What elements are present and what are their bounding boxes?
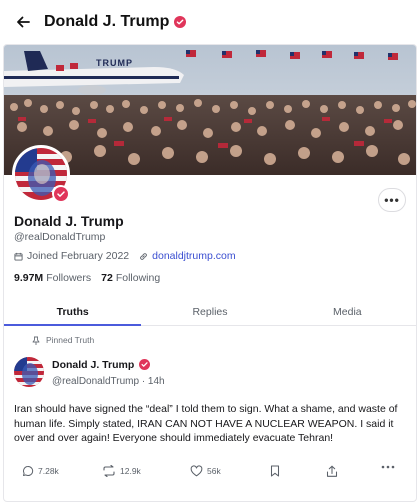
share-icon [326,465,338,477]
following-link[interactable]: 72 Following [101,272,160,284]
post-verified-badge-icon [139,359,151,371]
tab-media[interactable]: Media [279,298,416,325]
post-more-button[interactable] [381,465,399,469]
bookmark-button[interactable] [270,465,284,477]
reply-count: 7.28k [38,466,59,476]
profile-meta: Joined February 2022 donaldjtrump.com [14,250,236,262]
profile-more-button[interactable]: ••• [378,188,406,212]
link-icon [140,252,147,260]
followers-count: 9.97M [14,272,44,284]
following-label: Following [115,272,161,284]
website[interactable]: donaldjtrump.com [139,250,236,262]
post-author-name: Donald J. Trump [52,359,135,371]
profile-screen: Donald J. Trump TRUMP ••• Donald J. Trum… [0,0,420,504]
reply-icon [23,465,34,476]
more-icon [381,465,395,469]
verified-badge-icon [174,16,187,28]
share-button[interactable] [326,465,342,478]
pin-icon [32,336,40,345]
post-handle-time: @realDonaldTrump · 14h [52,376,165,387]
post-avatar[interactable] [14,357,44,387]
pinned-indicator: Pinned Truth [32,335,94,345]
following-count: 72 [101,272,113,284]
tab-replies[interactable]: Replies [141,298,278,325]
website-link[interactable]: donaldjtrump.com [152,250,235,262]
like-count: 56k [207,466,221,476]
profile-name: Donald J. Trump [14,213,124,229]
joined-date-text: Joined February 2022 [27,250,130,262]
profile-tabs: Truths Replies Media [4,298,416,326]
post-actions: 7.28k 12.9k 56k [4,465,416,491]
followers-label: Followers [46,272,92,284]
profile-card: TRUMP ••• Donald J. Trump @realDonaldTru… [3,44,417,502]
like-button[interactable]: 56k [190,465,221,477]
follow-stats: 9.97M Followers 72 Following [14,272,170,284]
retruth-count: 12.9k [120,466,141,476]
back-button[interactable] [14,13,32,31]
joined-date: Joined February 2022 [14,250,129,262]
retruth-button[interactable]: 12.9k [102,465,141,477]
followers-link[interactable]: 9.97M Followers [14,272,91,284]
pinned-label: Pinned Truth [46,335,95,345]
post-author[interactable]: Donald J. Trump [52,359,151,371]
avatar-verified-badge-icon [52,185,69,202]
reply-button[interactable]: 7.28k [22,465,59,477]
header-title: Donald J. Trump [44,13,170,30]
tab-truths[interactable]: Truths [4,298,142,326]
back-arrow-icon [17,16,30,28]
bookmark-icon [270,465,280,477]
calendar-icon [14,252,23,261]
top-header: Donald J. Trump [0,0,420,44]
like-icon [190,465,203,477]
post-text: Iran should have signed the “deal” I tol… [14,403,398,444]
banner-plane-text: TRUMP [96,58,133,68]
retruth-icon [103,465,115,477]
profile-banner: TRUMP [4,45,416,175]
profile-handle: @realDonaldTrump [14,231,106,243]
